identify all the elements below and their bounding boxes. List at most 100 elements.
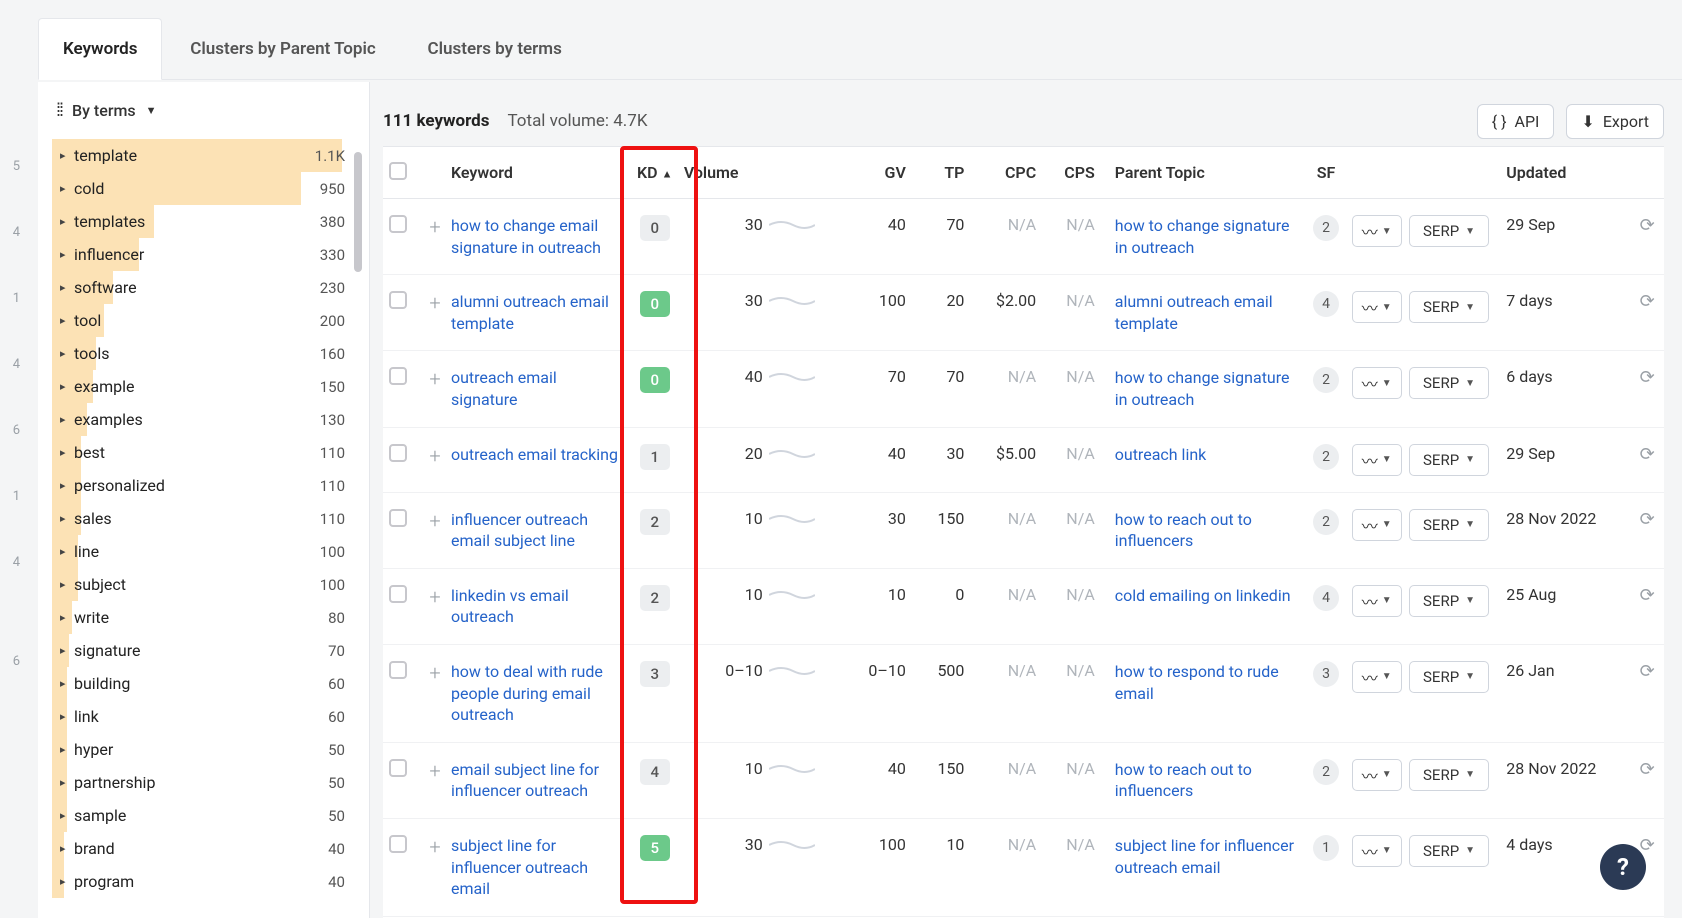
api-button[interactable]: { } API	[1477, 104, 1555, 139]
parent-topic-link[interactable]: how to reach out to influencers	[1115, 760, 1252, 801]
column-header-cps[interactable]: CPS	[1042, 163, 1101, 182]
refresh-icon[interactable]: ⟳	[1640, 291, 1655, 312]
sidebar-term-item[interactable]: ▸tools160	[38, 337, 357, 370]
refresh-icon[interactable]: ⟳	[1640, 661, 1655, 682]
sidebar-term-item[interactable]: ▸hyper50	[38, 733, 357, 766]
column-header-keyword[interactable]: Keyword	[451, 163, 626, 182]
expand-button[interactable]: +	[419, 585, 451, 609]
column-header-cpc[interactable]: CPC	[970, 163, 1042, 182]
keyword-link[interactable]: email subject line for influencer outrea…	[451, 760, 599, 801]
serp-button[interactable]: SERP▼	[1409, 661, 1489, 693]
sidebar-term-item[interactable]: ▸template1.1K	[38, 139, 357, 172]
parent-topic-link[interactable]: how to respond to rude email	[1115, 662, 1279, 703]
serp-button[interactable]: SERP▼	[1409, 509, 1489, 541]
column-header-parent[interactable]: Parent Topic	[1101, 163, 1305, 182]
serp-button[interactable]: SERP▼	[1409, 585, 1489, 617]
row-checkbox[interactable]	[389, 215, 407, 233]
position-history-button[interactable]: 〰▼	[1352, 291, 1402, 323]
sf-badge[interactable]: 2	[1313, 215, 1339, 241]
column-header-sf[interactable]: SF	[1304, 163, 1347, 182]
sidebar-term-item[interactable]: ▸example150	[38, 370, 357, 403]
expand-button[interactable]: +	[419, 367, 451, 391]
refresh-icon[interactable]: ⟳	[1640, 509, 1655, 530]
keyword-link[interactable]: subject line for influencer outreach ema…	[451, 836, 588, 898]
position-history-button[interactable]: 〰▼	[1352, 509, 1402, 541]
row-checkbox[interactable]	[389, 835, 407, 853]
tab-clusters-terms[interactable]: Clusters by terms	[403, 19, 585, 79]
row-checkbox[interactable]	[389, 585, 407, 603]
serp-button[interactable]: SERP▼	[1409, 291, 1489, 323]
help-button[interactable]: ?	[1600, 844, 1646, 890]
tab-clusters-parent[interactable]: Clusters by Parent Topic	[166, 19, 400, 79]
sidebar-term-item[interactable]: ▸line100	[38, 535, 357, 568]
sidebar-term-item[interactable]: ▸partnership50	[38, 766, 357, 799]
sidebar-term-item[interactable]: ▸templates380	[38, 205, 357, 238]
expand-button[interactable]: +	[419, 759, 451, 783]
keyword-link[interactable]: outreach email tracking	[451, 445, 618, 464]
sf-badge[interactable]: 2	[1313, 367, 1339, 393]
column-header-updated[interactable]: Updated	[1492, 163, 1630, 182]
sidebar-term-item[interactable]: ▸examples130	[38, 403, 357, 436]
tab-keywords[interactable]: Keywords	[38, 18, 162, 80]
position-history-button[interactable]: 〰▼	[1352, 215, 1402, 247]
serp-button[interactable]: SERP▼	[1409, 367, 1489, 399]
parent-topic-link[interactable]: outreach link	[1115, 445, 1207, 464]
column-header-gv[interactable]: GV	[844, 163, 912, 182]
sidebar-term-item[interactable]: ▸program40	[38, 865, 357, 898]
sf-badge[interactable]: 4	[1313, 291, 1339, 317]
sidebar-term-item[interactable]: ▸signature70	[38, 634, 357, 667]
serp-button[interactable]: SERP▼	[1409, 444, 1489, 476]
keyword-link[interactable]: how to deal with rude people during emai…	[451, 662, 603, 724]
sidebar-term-item[interactable]: ▸link60	[38, 700, 357, 733]
position-history-button[interactable]: 〰▼	[1352, 661, 1402, 693]
parent-topic-link[interactable]: alumni outreach email template	[1115, 292, 1273, 333]
expand-button[interactable]: +	[419, 444, 451, 468]
column-header-tp[interactable]: TP	[912, 163, 971, 182]
position-history-button[interactable]: 〰▼	[1352, 585, 1402, 617]
refresh-icon[interactable]: ⟳	[1640, 759, 1655, 780]
sidebar-term-item[interactable]: ▸building60	[38, 667, 357, 700]
position-history-button[interactable]: 〰▼	[1352, 835, 1402, 867]
sidebar-term-item[interactable]: ▸software230	[38, 271, 357, 304]
expand-button[interactable]: +	[419, 291, 451, 315]
keyword-link[interactable]: alumni outreach email template	[451, 292, 609, 333]
sf-badge[interactable]: 1	[1313, 835, 1339, 861]
sidebar-scrollbar-thumb[interactable]	[354, 152, 362, 272]
position-history-button[interactable]: 〰▼	[1352, 444, 1402, 476]
column-header-volume[interactable]: Volume	[684, 163, 769, 182]
sidebar-term-item[interactable]: ▸best110	[38, 436, 357, 469]
refresh-icon[interactable]: ⟳	[1640, 367, 1655, 388]
refresh-icon[interactable]: ⟳	[1640, 585, 1655, 606]
sf-badge[interactable]: 2	[1313, 759, 1339, 785]
sf-badge[interactable]: 2	[1313, 509, 1339, 535]
sidebar-term-item[interactable]: ▸personalized110	[38, 469, 357, 502]
sidebar-term-item[interactable]: ▸cold950	[38, 172, 357, 205]
sidebar-term-item[interactable]: ▸sales110	[38, 502, 357, 535]
sf-badge[interactable]: 4	[1313, 585, 1339, 611]
refresh-icon[interactable]: ⟳	[1640, 444, 1655, 465]
parent-topic-link[interactable]: how to reach out to influencers	[1115, 510, 1252, 551]
expand-button[interactable]: +	[419, 661, 451, 685]
row-checkbox[interactable]	[389, 444, 407, 462]
select-all-checkbox[interactable]	[389, 162, 407, 180]
position-history-button[interactable]: 〰▼	[1352, 367, 1402, 399]
row-checkbox[interactable]	[389, 759, 407, 777]
sidebar-term-item[interactable]: ▸subject100	[38, 568, 357, 601]
sidebar-term-item[interactable]: ▸write80	[38, 601, 357, 634]
parent-topic-link[interactable]: cold emailing on linkedin	[1115, 586, 1291, 605]
export-button[interactable]: ⬇ Export	[1566, 104, 1664, 139]
parent-topic-link[interactable]: subject line for influencer outreach ema…	[1115, 836, 1294, 877]
keyword-link[interactable]: outreach email signature	[451, 368, 557, 409]
refresh-icon[interactable]: ⟳	[1640, 215, 1655, 236]
serp-button[interactable]: SERP▼	[1409, 759, 1489, 791]
position-history-button[interactable]: 〰▼	[1352, 759, 1402, 791]
expand-button[interactable]: +	[419, 509, 451, 533]
row-checkbox[interactable]	[389, 661, 407, 679]
by-terms-dropdown[interactable]: ⁞⁞ By terms ▼	[38, 100, 369, 139]
parent-topic-link[interactable]: how to change signature in outreach	[1115, 368, 1290, 409]
row-checkbox[interactable]	[389, 291, 407, 309]
serp-button[interactable]: SERP▼	[1409, 215, 1489, 247]
row-checkbox[interactable]	[389, 367, 407, 385]
serp-button[interactable]: SERP▼	[1409, 835, 1489, 867]
sidebar-term-item[interactable]: ▸brand40	[38, 832, 357, 865]
